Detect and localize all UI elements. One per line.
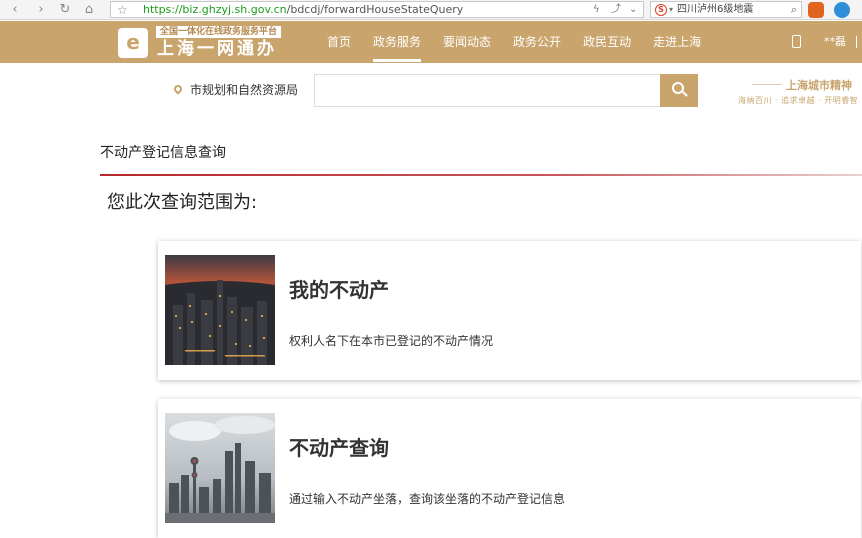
address-url[interactable]: https://biz.ghzyj.sh.gov.cn/bdcdj/forwar… bbox=[143, 2, 463, 18]
main-nav: 首页 政务服务 要闻动态 政务公开 政民互动 走进上海 bbox=[316, 21, 712, 63]
nav-item-home[interactable]: 首页 bbox=[316, 21, 362, 63]
extension-icon[interactable] bbox=[834, 2, 850, 18]
slogan-divider bbox=[752, 84, 782, 85]
card-title[interactable]: 不动产查询 bbox=[289, 435, 389, 461]
lightning-icon[interactable]: ϟ bbox=[593, 2, 600, 18]
sogou-icon[interactable]: S bbox=[655, 4, 667, 16]
card-desc: 权利人名下在本市已登记的不动产情况 bbox=[289, 334, 494, 348]
browser-search-text[interactable]: 四川泸州6级地震 bbox=[677, 2, 753, 18]
url-path: /bdcdj/forwardHouseStateQuery bbox=[286, 3, 464, 16]
location-label[interactable]: 市规划和自然资源局 bbox=[190, 81, 298, 99]
range-title: 您此次查询范围为: bbox=[107, 192, 258, 213]
header-divider bbox=[856, 36, 857, 48]
nav-item-interaction[interactable]: 政民互动 bbox=[572, 21, 642, 63]
card-desc: 通过输入不动产坐落，查询该坐落的不动产登记信息 bbox=[289, 492, 566, 506]
nav-item-shanghai[interactable]: 走进上海 bbox=[642, 21, 712, 63]
browser-toolbar: ‹ › ↻ ⌂ ☆ https://biz.ghzyj.sh.gov.cn/bd… bbox=[0, 0, 862, 20]
forward-icon[interactable]: › bbox=[32, 1, 50, 19]
nav-item-news[interactable]: 要闻动态 bbox=[432, 21, 502, 63]
url-host: https://biz.ghzyj.sh.gov.cn bbox=[143, 3, 287, 16]
search-handle-icon bbox=[682, 91, 688, 97]
card-my-property[interactable]: 我的不动产 权利人名下在本市已登记的不动产情况 bbox=[158, 241, 861, 380]
browser-search-box[interactable]: S ▾ 四川泸州6级地震 ⌕ bbox=[650, 1, 802, 18]
mobile-icon[interactable] bbox=[792, 35, 801, 48]
slogan-title: 上海城市精神 bbox=[786, 79, 852, 92]
card-image-city-skyline[interactable] bbox=[165, 413, 275, 523]
site-header: e 全国一体化在线政务服务平台 上海一网通办 首页 政务服务 要闻动态 政务公开… bbox=[0, 21, 862, 63]
bookmark-star-icon[interactable]: ☆ bbox=[117, 2, 128, 18]
slogan-sub: 海纳百川 · 追求卓越 · 开明睿智 bbox=[738, 96, 859, 105]
nav-item-services[interactable]: 政务服务 bbox=[362, 21, 432, 63]
site-search-input[interactable] bbox=[314, 74, 660, 107]
search-icon[interactable]: ⌕ bbox=[791, 2, 797, 18]
title-underline bbox=[100, 174, 862, 176]
home-icon[interactable]: ⌂ bbox=[80, 1, 98, 19]
back-icon[interactable]: ‹ bbox=[6, 1, 24, 19]
share-icon[interactable]: ⤴ bbox=[611, 2, 621, 18]
logo-tag: 全国一体化在线政务服务平台 bbox=[156, 26, 282, 38]
card-image-city-night[interactable] bbox=[165, 255, 275, 365]
card-property-query[interactable]: 不动产查询 通过输入不动产坐落，查询该坐落的不动产登记信息 bbox=[158, 399, 861, 538]
logo-icon[interactable]: e bbox=[118, 28, 148, 58]
logo-title[interactable]: 上海一网通办 bbox=[157, 38, 277, 60]
refresh-icon[interactable]: ↻ bbox=[56, 1, 74, 19]
page-title: 不动产登记信息查询 bbox=[100, 145, 226, 161]
nav-item-public[interactable]: 政务公开 bbox=[502, 21, 572, 63]
dropdown-icon[interactable]: ⌄ bbox=[629, 2, 637, 18]
address-bar[interactable]: ☆ https://biz.ghzyj.sh.gov.cn/bdcdj/forw… bbox=[110, 1, 644, 18]
engine-caret-icon[interactable]: ▾ bbox=[669, 2, 673, 18]
game-extension-icon[interactable] bbox=[808, 2, 824, 18]
site-search-button[interactable] bbox=[660, 74, 698, 107]
user-name[interactable]: **磊 bbox=[824, 21, 846, 63]
location-pin-icon bbox=[172, 83, 184, 95]
card-title[interactable]: 我的不动产 bbox=[289, 277, 389, 303]
